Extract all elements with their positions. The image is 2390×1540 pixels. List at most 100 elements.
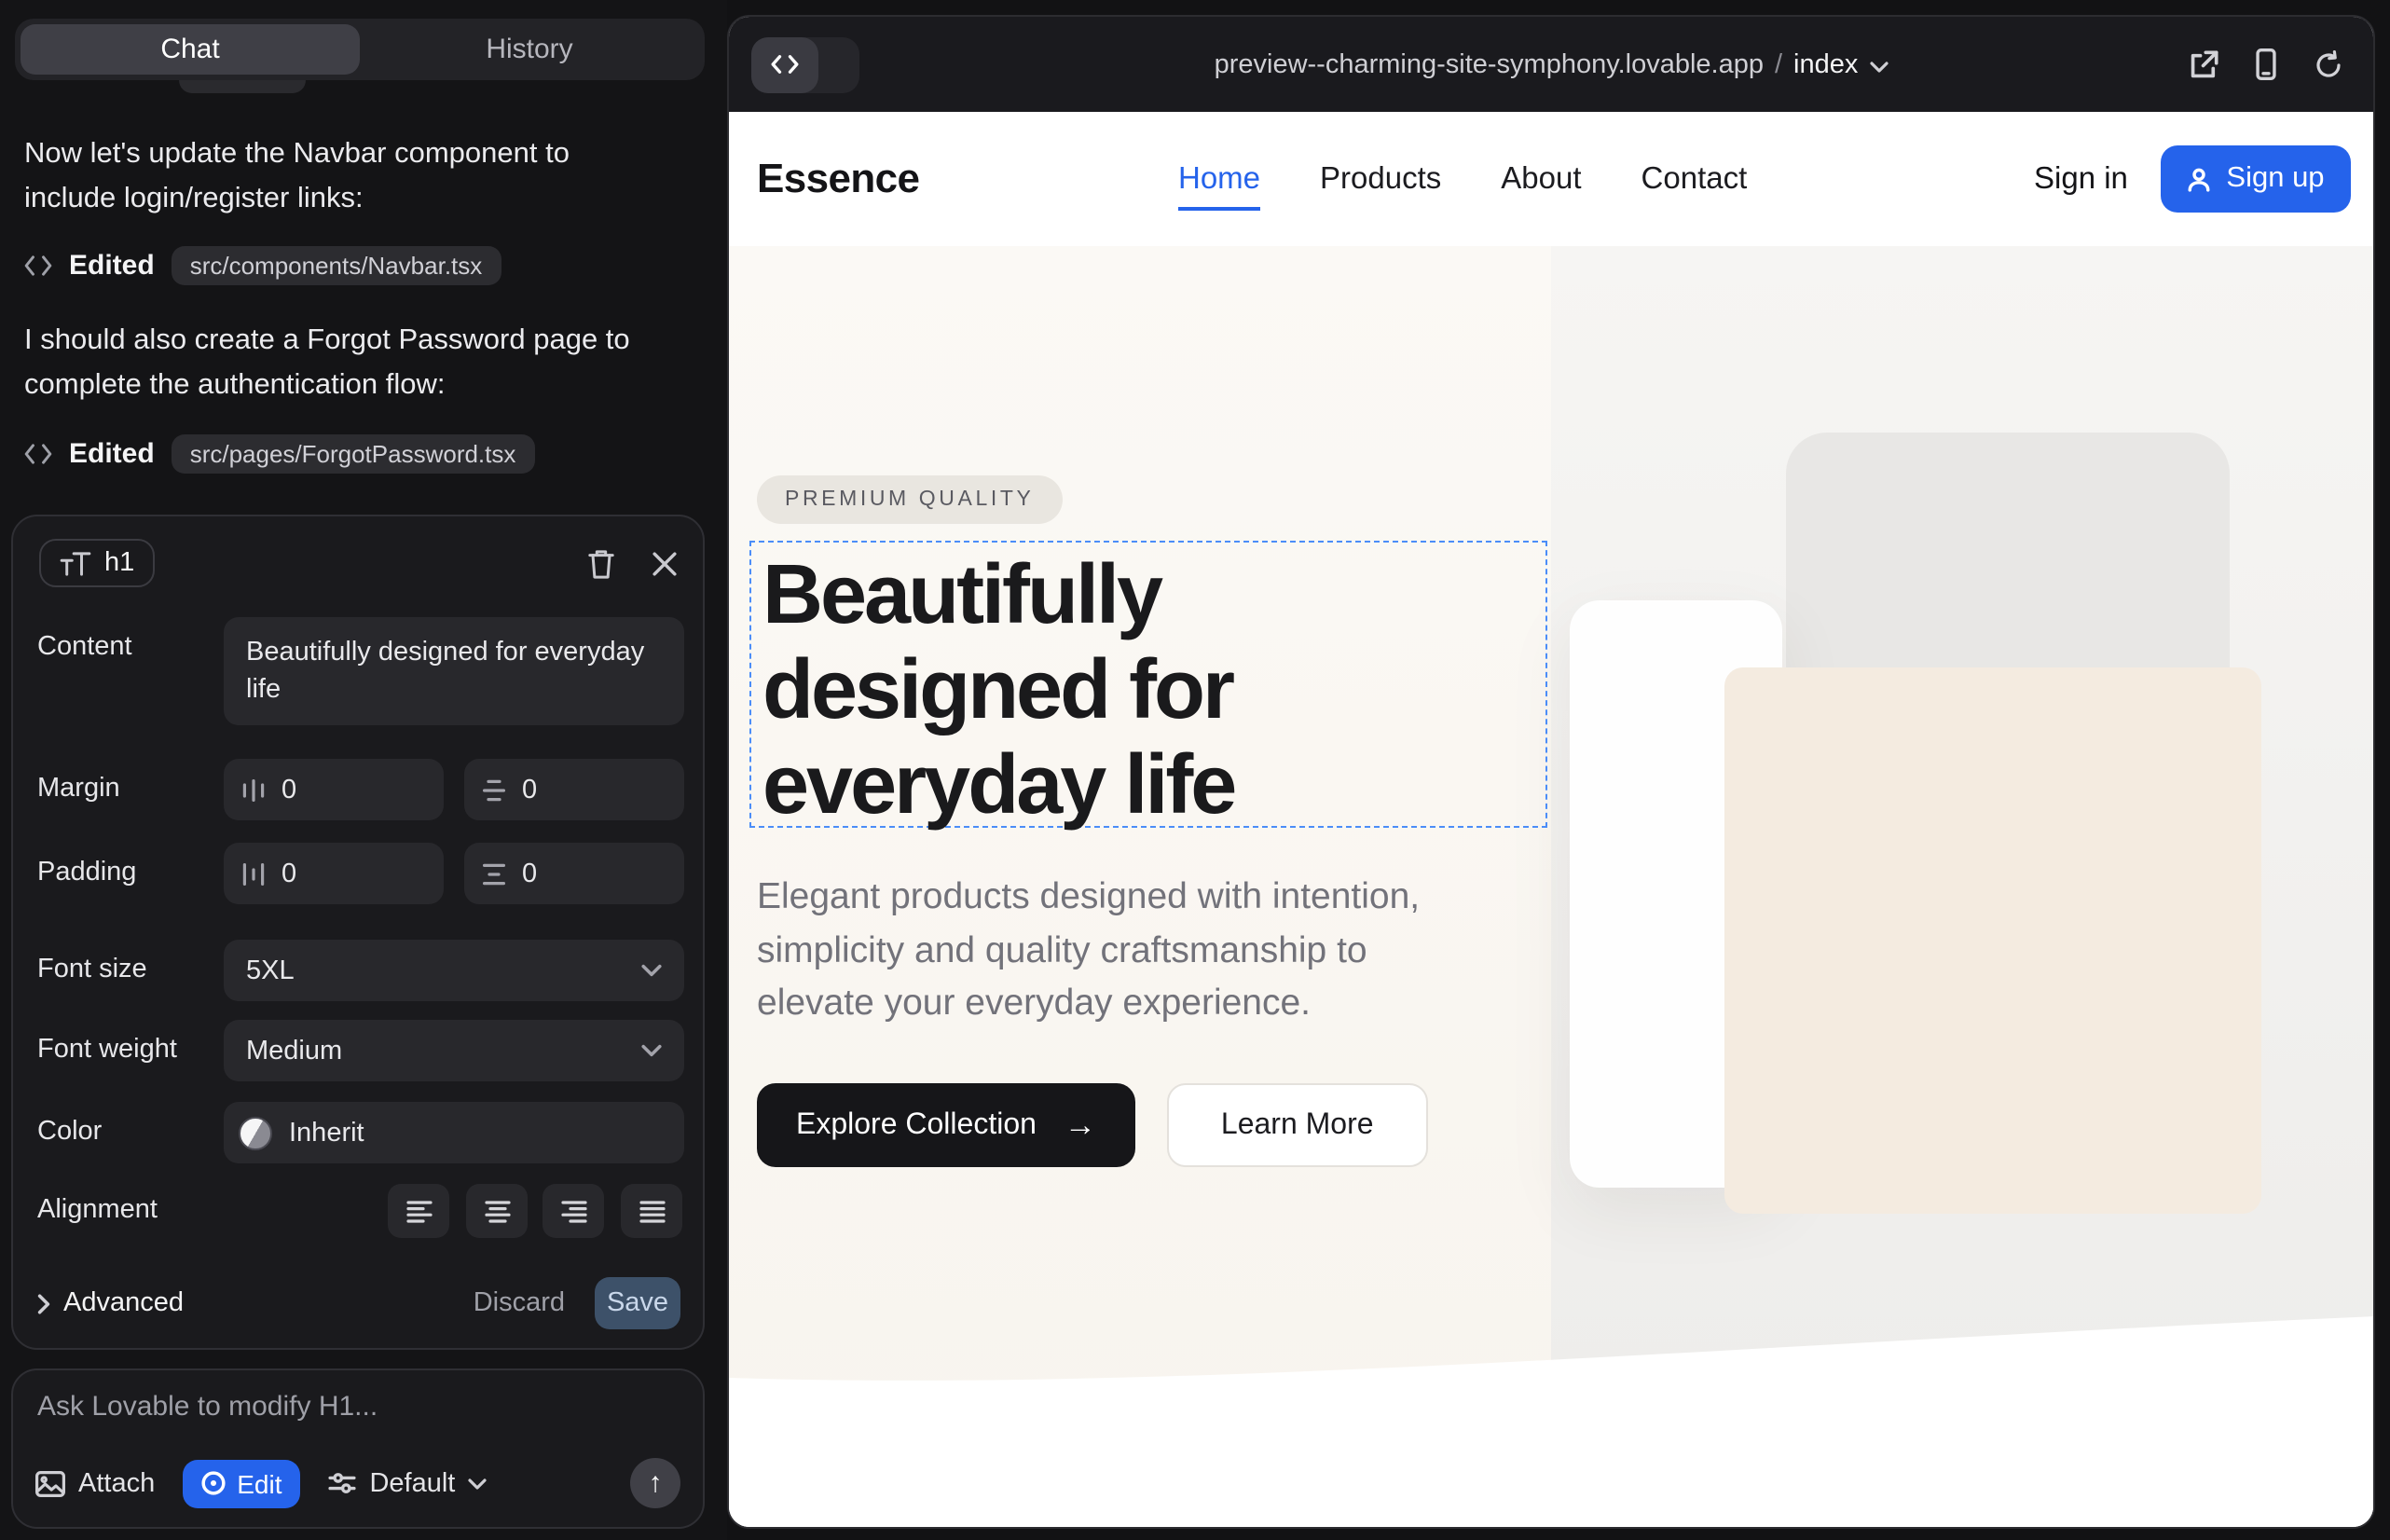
alignment-label: Alignment bbox=[37, 1180, 158, 1242]
margin-x-input[interactable]: 0 bbox=[224, 759, 444, 820]
attach-button[interactable]: Attach bbox=[35, 1468, 155, 1498]
font-weight-select[interactable]: Medium bbox=[224, 1020, 684, 1081]
refresh-icon[interactable] bbox=[2314, 49, 2343, 79]
padding-y-input[interactable]: 0 bbox=[464, 843, 684, 904]
font-size-select[interactable]: 5XL bbox=[224, 940, 684, 1001]
element-tag-badge[interactable]: h1 bbox=[39, 539, 155, 587]
advanced-toggle[interactable]: Advanced bbox=[37, 1288, 184, 1318]
discard-button[interactable]: Discard bbox=[474, 1288, 565, 1318]
site-logo[interactable]: Essence bbox=[757, 112, 919, 246]
align-justify-button[interactable] bbox=[621, 1184, 682, 1238]
chevron-down-icon bbox=[641, 964, 662, 977]
chevron-down-icon bbox=[641, 1044, 662, 1057]
chevron-right-icon bbox=[37, 1293, 50, 1313]
edited-label: Edited bbox=[69, 249, 155, 281]
open-external-icon[interactable] bbox=[2189, 49, 2218, 79]
mobile-view-icon[interactable] bbox=[2256, 48, 2276, 80]
nav-link-contact[interactable]: Contact bbox=[1641, 161, 1748, 197]
editor-actions bbox=[587, 547, 677, 579]
sign-in-link[interactable]: Sign in bbox=[2034, 112, 2128, 246]
composer-toolbar: Attach Edit Default bbox=[35, 1458, 680, 1508]
nav-link-products[interactable]: Products bbox=[1320, 161, 1441, 197]
edited-file-row: Edited src/components/Navbar.tsx bbox=[24, 242, 501, 287]
margin-vertical-icon bbox=[483, 778, 505, 801]
hero-heading: Beautifully designed for everyday life bbox=[762, 546, 1545, 832]
composer-input[interactable] bbox=[37, 1391, 671, 1439]
site-nav-links: Home Products About Contact bbox=[1178, 112, 1747, 246]
image-icon bbox=[35, 1470, 65, 1496]
arrow-right-icon: → bbox=[1065, 1107, 1096, 1144]
path-separator: / bbox=[1775, 49, 1782, 79]
trash-icon[interactable] bbox=[587, 547, 615, 579]
padding-horizontal-icon bbox=[242, 862, 265, 885]
save-button[interactable]: Save bbox=[595, 1277, 680, 1329]
color-label: Color bbox=[37, 1102, 102, 1163]
preview-path[interactable]: index bbox=[1793, 49, 1858, 79]
edit-target-icon bbox=[201, 1471, 226, 1495]
file-chip[interactable]: src/components/Navbar.tsx bbox=[172, 245, 501, 284]
element-editor-panel: h1 Content Beautifully designed for ever… bbox=[11, 515, 705, 1350]
sliders-icon bbox=[328, 1471, 356, 1495]
align-center-button[interactable] bbox=[466, 1184, 528, 1238]
nav-link-about[interactable]: About bbox=[1501, 161, 1581, 197]
editor-footer: Advanced Discard Save bbox=[37, 1275, 680, 1331]
hero-cta-row: Explore Collection → Learn More bbox=[757, 1083, 1428, 1167]
url-bar: preview--charming-site-symphony.lovable.… bbox=[729, 17, 2373, 112]
color-swatch bbox=[239, 1116, 272, 1149]
content-input[interactable]: Beautifully designed for everyday life bbox=[224, 617, 684, 725]
padding-vertical-icon bbox=[483, 862, 505, 885]
chevron-down-icon bbox=[468, 1478, 487, 1489]
hero-section: PREMIUM QUALITY Beautifully designed for… bbox=[729, 246, 2373, 1527]
content-label: Content bbox=[37, 632, 132, 662]
hero-badge: PREMIUM QUALITY bbox=[757, 475, 1062, 524]
edited-label: Edited bbox=[69, 437, 155, 469]
edited-file-row: Edited src/pages/ForgotPassword.tsx bbox=[24, 431, 534, 475]
font-size-label: Font size bbox=[37, 940, 147, 1001]
hero-subtext: Elegant products designed with intention… bbox=[757, 871, 1420, 1030]
align-right-icon bbox=[560, 1200, 586, 1222]
element-tag-label: h1 bbox=[104, 548, 134, 578]
file-chip[interactable]: src/pages/ForgotPassword.tsx bbox=[172, 433, 535, 473]
chat-sidebar: Chat History Now let's update the Navbar… bbox=[0, 0, 727, 1540]
nav-link-home[interactable]: Home bbox=[1178, 161, 1260, 210]
chevron-down-icon[interactable] bbox=[1869, 61, 1888, 72]
align-right-button[interactable] bbox=[543, 1184, 604, 1238]
arrow-up-icon: ↑ bbox=[649, 1467, 663, 1499]
chat-history-tabs: Chat History bbox=[15, 19, 705, 80]
hero-curve bbox=[729, 1316, 2373, 1527]
person-icon bbox=[2187, 167, 2211, 191]
type-icon bbox=[60, 551, 91, 575]
align-left-button[interactable] bbox=[388, 1184, 449, 1238]
edit-mode-button[interactable]: Edit bbox=[183, 1459, 300, 1507]
close-icon[interactable] bbox=[652, 551, 677, 575]
tab-history[interactable]: History bbox=[360, 24, 699, 75]
chat-composer: Attach Edit Default bbox=[11, 1368, 705, 1529]
color-select[interactable]: Inherit bbox=[224, 1102, 684, 1163]
padding-x-input[interactable]: 0 bbox=[224, 843, 444, 904]
default-mode-selector[interactable]: Default bbox=[328, 1468, 487, 1498]
site-navbar: Essence Home Products About Contact Sign… bbox=[729, 112, 2373, 246]
preview-window: preview--charming-site-symphony.lovable.… bbox=[727, 15, 2375, 1529]
padding-label: Padding bbox=[37, 843, 136, 904]
preview-url[interactable]: preview--charming-site-symphony.lovable.… bbox=[1215, 49, 1764, 79]
align-center-icon bbox=[484, 1200, 510, 1222]
tab-chat[interactable]: Chat bbox=[21, 24, 360, 75]
learn-more-button[interactable]: Learn More bbox=[1167, 1083, 1428, 1167]
margin-horizontal-icon bbox=[242, 778, 265, 801]
code-view-toggle[interactable] bbox=[751, 36, 859, 92]
selected-h1-outline[interactable]: Beautifully designed for everyday life bbox=[749, 541, 1547, 828]
margin-y-input[interactable]: 0 bbox=[464, 759, 684, 820]
align-left-icon bbox=[405, 1200, 432, 1222]
preview-toolbar: preview--charming-site-symphony.lovable.… bbox=[729, 17, 2373, 112]
code-icon[interactable] bbox=[751, 36, 818, 92]
chat-message: I should also create a Forgot Password p… bbox=[24, 319, 651, 408]
font-weight-label: Font weight bbox=[37, 1020, 177, 1081]
hero-placeholder-beige bbox=[1724, 667, 2261, 1214]
app-window: Chat History Now let's update the Navbar… bbox=[0, 0, 2390, 1540]
send-button[interactable]: ↑ bbox=[630, 1458, 680, 1508]
sign-up-button[interactable]: Sign up bbox=[2161, 145, 2351, 213]
align-justify-icon bbox=[639, 1200, 665, 1222]
explore-collection-button[interactable]: Explore Collection → bbox=[757, 1083, 1135, 1167]
toolbar-actions bbox=[2189, 17, 2343, 112]
site-preview: Essence Home Products About Contact Sign… bbox=[729, 112, 2373, 1527]
